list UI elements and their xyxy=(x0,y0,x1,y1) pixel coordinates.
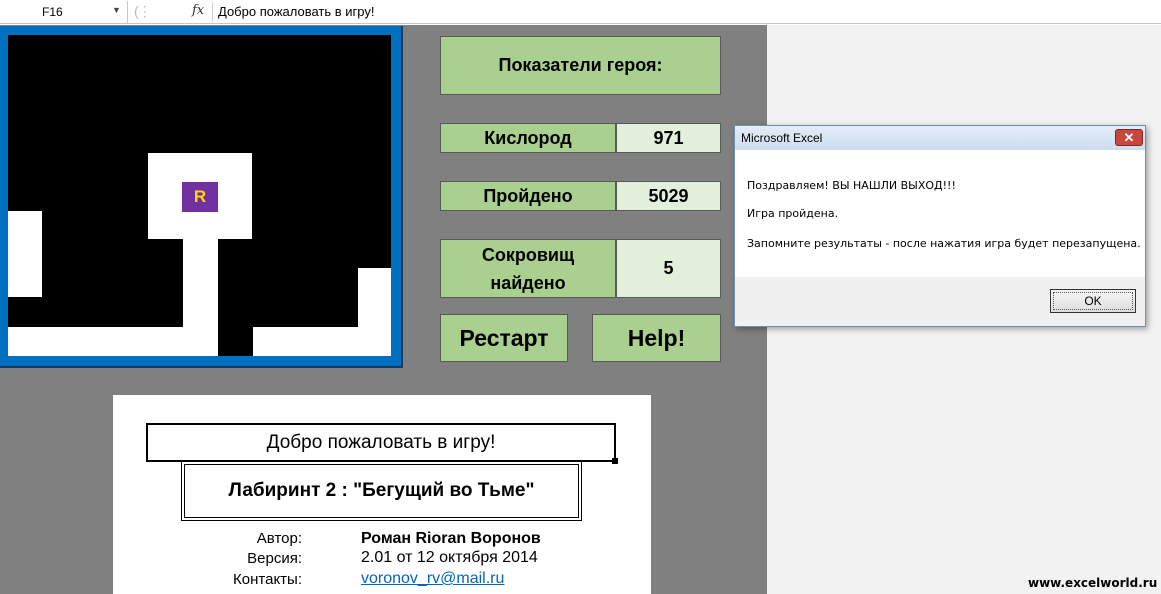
resize-handle-icon[interactable]: (⋮ xyxy=(134,3,152,20)
passed-value: 5029 xyxy=(616,181,721,211)
oxygen-label: Кислород xyxy=(440,123,616,153)
maze-grid: R xyxy=(8,35,391,356)
message-dialog: Microsoft Excel ✕ Поздравляем! ВЫ НАШЛИ … xyxy=(734,125,1146,327)
treasure-label: Сокровищ найдено xyxy=(440,239,616,298)
watermark: www.excelworld.ru xyxy=(1028,576,1158,590)
author-value: Роман Rioran Воронов xyxy=(361,530,541,547)
dialog-message-line: Запомните результаты - после нажатия игр… xyxy=(747,237,1141,250)
fx-label: fx xyxy=(192,3,205,18)
chevron-down-icon[interactable]: ▼ xyxy=(112,5,121,15)
formula-input[interactable]: Добро пожаловать в игру! xyxy=(218,4,374,19)
maze-open-cell xyxy=(8,211,42,297)
contacts-label: Контакты: xyxy=(233,571,302,588)
insert-function-icon[interactable]: fx xyxy=(192,3,210,21)
formula-bar: F16 ▼ (⋮ fx Добро пожаловать в игру! xyxy=(0,0,1161,24)
formula-separator xyxy=(212,2,213,22)
contacts-link[interactable]: voronov_rv@mail.ru xyxy=(361,570,504,588)
game-title: Лабиринт 2 : "Бегущий во Тьме" xyxy=(181,461,582,521)
version-value: 2.01 от 12 октября 2014 xyxy=(361,549,538,566)
passed-label: Пройдено xyxy=(440,181,616,211)
ok-button[interactable]: OK xyxy=(1050,289,1136,313)
treasure-label-line1: Сокровищ xyxy=(481,244,575,265)
hero-stats-title: Показатели героя: xyxy=(440,36,721,95)
maze-open-cell xyxy=(8,327,218,356)
dialog-message-line: Игра пройдена. xyxy=(747,207,839,220)
welcome-cell[interactable]: Добро пожаловать в игру! xyxy=(146,423,616,462)
oxygen-value: 971 xyxy=(616,123,721,153)
dialog-body: Поздравляем! ВЫ НАШЛИ ВЫХОД!!! Игра прой… xyxy=(735,150,1145,277)
dialog-message-line: Поздравляем! ВЫ НАШЛИ ВЫХОД!!! xyxy=(747,179,956,192)
restart-button[interactable]: Рестарт xyxy=(440,314,568,362)
treasure-value: 5 xyxy=(616,239,721,298)
formula-bar-divider[interactable]: (⋮ xyxy=(130,3,190,21)
help-button[interactable]: Help! xyxy=(592,314,721,362)
name-box[interactable]: F16 ▼ xyxy=(0,1,128,23)
fill-handle[interactable] xyxy=(612,458,618,464)
hero-marker: R xyxy=(182,182,218,212)
maze-open-cell xyxy=(358,268,391,356)
treasure-label-line2: найдено xyxy=(490,272,566,293)
dialog-titlebar[interactable]: Microsoft Excel ✕ xyxy=(735,126,1145,150)
author-label: Автор: xyxy=(256,530,302,547)
name-box-value: F16 xyxy=(42,5,63,19)
dialog-title: Microsoft Excel xyxy=(741,131,823,145)
close-icon[interactable]: ✕ xyxy=(1115,129,1143,146)
version-label: Версия: xyxy=(247,550,302,567)
